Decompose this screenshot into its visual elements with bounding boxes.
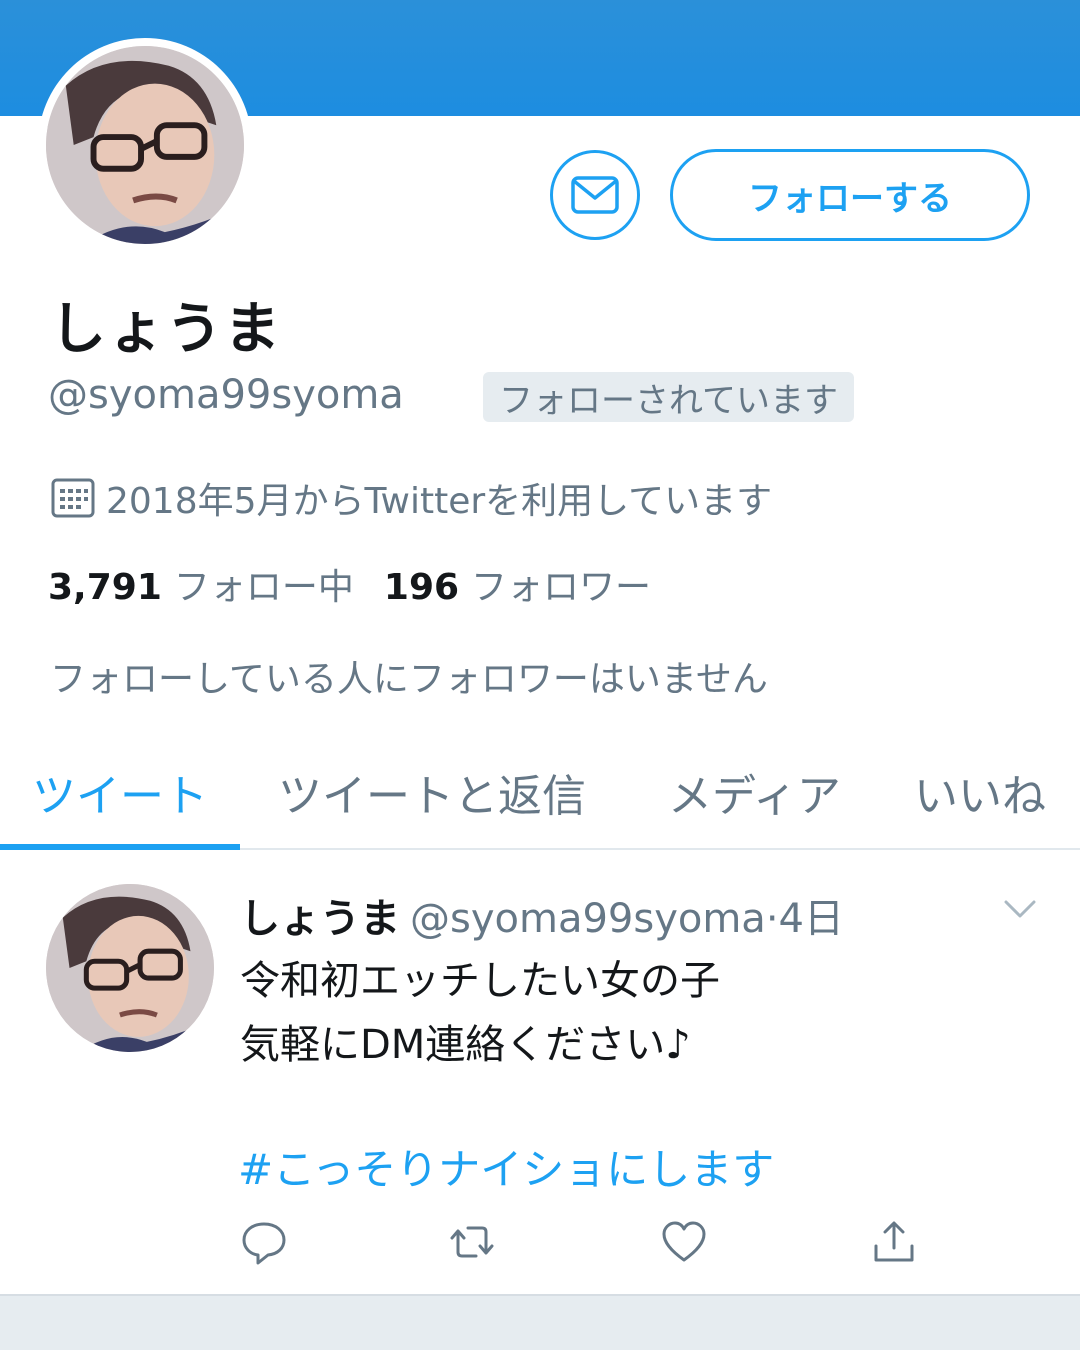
tweet-item[interactable]: しょうま @syoma99syoma·4日 令和初エッチしたい女の子 気軽にDM連… bbox=[0, 850, 1080, 1294]
like-icon[interactable] bbox=[660, 1218, 708, 1266]
profile-avatar[interactable] bbox=[38, 38, 252, 252]
profile-display-name: しょうま bbox=[50, 297, 282, 362]
following-label[interactable]: フォロー中 bbox=[174, 558, 354, 610]
tab-tweets[interactable]: ツイート bbox=[32, 760, 208, 824]
tab-media[interactable]: メディア bbox=[668, 760, 841, 824]
chevron-down-icon[interactable] bbox=[1000, 894, 1040, 924]
follow-button[interactable]: フォローする bbox=[670, 149, 1030, 241]
tab-likes[interactable]: いいね bbox=[914, 760, 1046, 824]
tab-tweets-and-replies[interactable]: ツイートと返信 bbox=[278, 760, 586, 824]
calendar-icon bbox=[51, 478, 95, 518]
tweet-text-line: 令和初エッチしたい女の子 bbox=[240, 958, 720, 1004]
follows-you-badge: フォローされています bbox=[483, 372, 854, 422]
profile-tabs: ツイート ツイートと返信 メディア いいね bbox=[0, 740, 1080, 850]
join-date: 2018年5月からTwitterを利用しています bbox=[50, 472, 772, 524]
followers-label[interactable]: フォロワー bbox=[471, 558, 651, 610]
tweet-timestamp[interactable]: 4日 bbox=[779, 896, 844, 942]
follow-stats: 3,791 フォロー中 196 フォロワー bbox=[48, 558, 681, 610]
join-date-text: 2018年5月からTwitterを利用しています bbox=[106, 481, 773, 522]
avatar-photo bbox=[46, 46, 244, 244]
retweet-icon[interactable] bbox=[448, 1218, 496, 1266]
followers-count[interactable]: 196 bbox=[384, 567, 459, 608]
envelope-icon bbox=[571, 176, 619, 214]
tweet-author-handle[interactable]: @syoma99syoma bbox=[410, 896, 766, 942]
timeline-divider bbox=[0, 1294, 1080, 1350]
reply-icon[interactable] bbox=[240, 1218, 288, 1266]
share-icon[interactable] bbox=[870, 1218, 918, 1266]
direct-message-button[interactable] bbox=[550, 150, 640, 240]
tweet-avatar[interactable] bbox=[46, 884, 214, 1052]
tweet-separator: · bbox=[765, 896, 779, 942]
mutual-followers-note: フォローしている人にフォロワーはいません bbox=[50, 659, 768, 700]
following-count[interactable]: 3,791 bbox=[48, 567, 162, 608]
profile-handle: @syoma99syoma bbox=[48, 372, 404, 418]
tweet-header: しょうま @syoma99syoma·4日 bbox=[240, 886, 844, 944]
tweet-text-line: 気軽にDM連絡ください♪ bbox=[240, 1022, 691, 1068]
tweet-author-name[interactable]: しょうま bbox=[240, 896, 400, 942]
tweet-hashtag[interactable]: #こっそりナイショにします bbox=[238, 1136, 774, 1197]
